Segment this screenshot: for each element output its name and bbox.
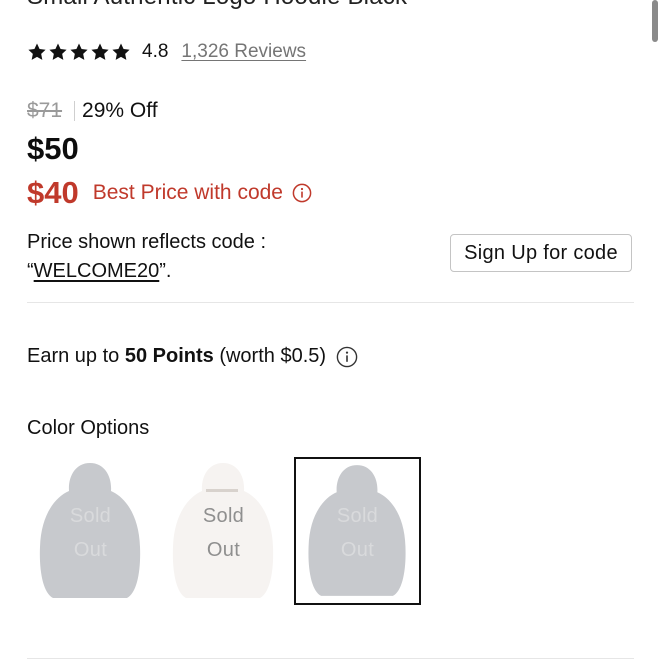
sold-out-label: Sold [336,505,379,527]
code-notice: Price shown reflects code : “WELCOME20”. [27,228,357,286]
color-swatch-white[interactable]: Sold Out [160,457,287,605]
sold-out-label: Out [206,539,241,561]
divider [27,302,634,303]
best-price-label: Best Price with code [92,181,283,204]
info-icon[interactable] [336,346,358,368]
best-price-row: $40 Best Price with code [27,175,312,211]
points-prefix: Earn up to [27,345,125,367]
star-icon [90,42,110,62]
star-icon [69,42,89,62]
code-notice-text: Price shown reflects code : [27,231,266,253]
code-close-quote: ”. [159,260,172,282]
sold-out-label: Sold [69,505,112,527]
rating-stars [27,42,131,62]
product-title: Small Authentic Logo Hoodie Black [27,0,407,11]
rating-row: 4.8 1,326 Reviews [27,38,306,66]
star-icon [27,42,47,62]
points-suffix: (worth $0.5) [213,345,327,367]
discount-label: 29% Off [82,99,158,122]
divider [27,658,634,659]
color-swatch-gray-selected[interactable]: Sold Out [294,457,421,605]
original-price-row: $71 29% Off [27,97,158,125]
star-icon [111,42,131,62]
reviews-link[interactable]: 1,326 Reviews [181,41,306,63]
sold-out-label: Sold [202,505,245,527]
sold-out-label: Out [73,539,108,561]
promo-code[interactable]: WELCOME20 [34,260,160,282]
scrollbar[interactable] [652,0,658,42]
star-icon [48,42,68,62]
price-separator [74,101,76,121]
rating-value: 4.8 [142,41,169,62]
sold-out-label: Out [340,539,375,561]
current-price: $50 [27,131,79,166]
original-price: $71 [27,99,63,122]
sign-up-for-code-button[interactable]: Sign Up for code [450,234,632,272]
code-open-quote: “ [27,260,34,282]
points-amount: 50 Points [124,345,214,367]
best-price: $40 [27,175,79,210]
color-options-title: Color Options [27,417,150,439]
points-row: Earn up to 50 Points (worth $0.5) [27,345,358,368]
color-swatch-gray[interactable]: Sold Out [27,457,154,605]
info-icon[interactable] [292,183,312,203]
